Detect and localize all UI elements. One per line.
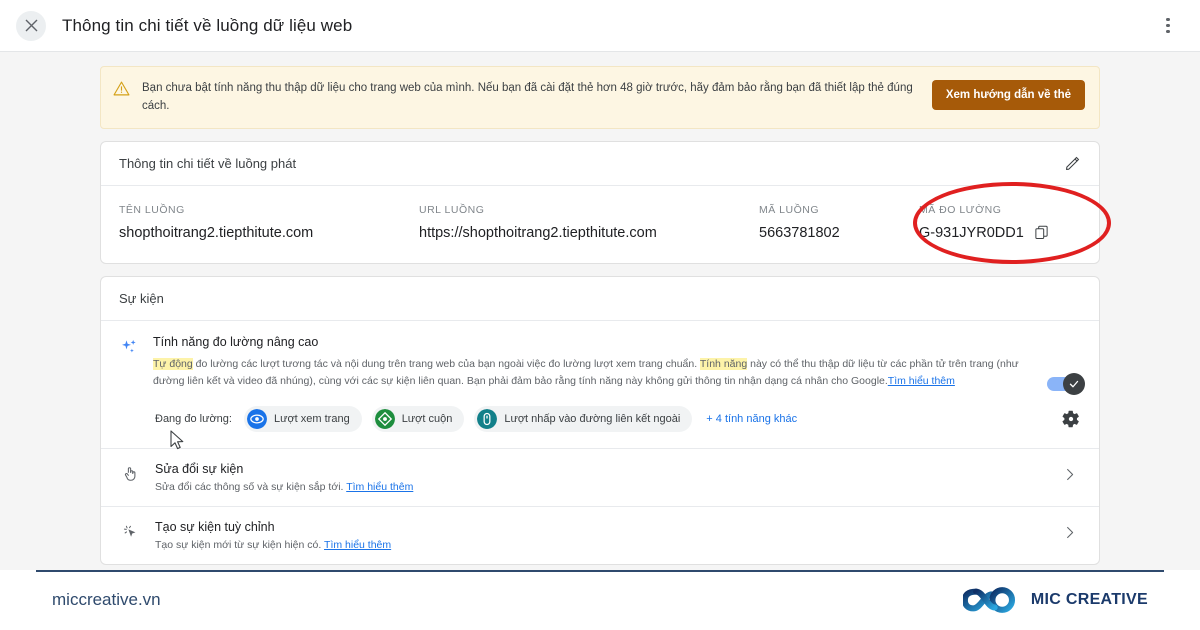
description-part-1: đo lường các lượt tương tác và nội dung …	[192, 357, 698, 370]
stream-details-header: Thông tin chi tiết về luồng phát	[101, 142, 1099, 186]
stream-name-field: TÊN LUỒNG shopthoitrang2.tiepthitute.com	[119, 204, 419, 241]
page-body: Bạn chưa bật tính năng thu thập dữ liệu …	[0, 52, 1200, 570]
more-vert-icon	[1166, 17, 1170, 21]
row-learn-more-link[interactable]: Tìm hiểu thêm	[346, 481, 413, 493]
enhanced-measurement-block: Tính năng đo lường nâng cao Tự động đo l…	[101, 321, 1099, 395]
stream-id-value: 5663781802	[759, 224, 840, 241]
pencil-icon	[1066, 156, 1080, 170]
measurement-id-value: G-931JYR0DD1	[919, 224, 1024, 241]
page-title: Thông tin chi tiết về luồng dữ liệu web	[62, 15, 353, 35]
row-desc-text: Sửa đổi các thông số và sự kiện sắp tới.	[155, 480, 344, 493]
chevron-right-icon	[1062, 525, 1077, 545]
data-collection-warning-banner: Bạn chưa bật tính năng thu thập dữ liệu …	[100, 66, 1100, 129]
cursor-sparkle-icon	[119, 523, 141, 540]
events-card: Sự kiện Tính năng đo lường nâng cao Tự đ…	[100, 275, 1100, 565]
close-icon	[25, 19, 37, 32]
sparkles-icon	[119, 337, 139, 362]
copy-icon	[1035, 225, 1048, 240]
stream-fields-row: TÊN LUỒNG shopthoitrang2.tiepthitute.com…	[101, 181, 1111, 264]
row-title: Sửa đổi sự kiện	[155, 461, 244, 476]
stream-details-title: Thông tin chi tiết về luồng phát	[119, 155, 297, 171]
stream-url-field: URL LUỒNG https://shopthoitrang2.tiepthi…	[419, 204, 759, 241]
highlighted-text-1: Tự động	[153, 357, 193, 370]
tap-hand-icon	[119, 465, 141, 482]
row-learn-more-link[interactable]: Tìm hiểu thêm	[324, 539, 391, 551]
stream-id-label: MÃ LUỒNG	[759, 203, 820, 216]
screen-root: Thông tin chi tiết về luồng dữ liệu web …	[0, 0, 1200, 630]
events-title: Sự kiện	[119, 290, 164, 306]
measuring-settings-button[interactable]	[1061, 409, 1081, 429]
outbound-link-icon	[477, 408, 498, 429]
top-bar: Thông tin chi tiết về luồng dữ liệu web	[0, 0, 1200, 52]
stream-url-label: URL LUỒNG	[419, 203, 485, 216]
more-features-link[interactable]: + 4 tính năng khác	[706, 413, 797, 425]
row-title: Tạo sự kiện tuỳ chỉnh	[155, 519, 275, 534]
chip-outbound-click[interactable]: Lượt nhấp vào đường liên kết ngoài	[474, 405, 693, 432]
measurement-id-label: MÃ ĐO LƯỜNG	[919, 203, 1002, 216]
measuring-label: Đang đo lường:	[155, 412, 232, 425]
row-description: Tạo sự kiện mới từ sự kiện hiện có. Tìm …	[155, 539, 1081, 551]
enhanced-measurement-toggle[interactable]	[1047, 372, 1085, 395]
more-options-button[interactable]	[1156, 14, 1180, 38]
modify-events-row[interactable]: Sửa đổi sự kiện Sửa đổi các thông số và …	[101, 449, 1099, 507]
enhanced-measurement-description: Tự động đo lường các lượt tương tác và n…	[153, 356, 1023, 390]
chip-label: Lượt cuộn	[401, 412, 453, 425]
view-tag-guide-button[interactable]: Xem hướng dẫn về thẻ	[931, 80, 1085, 110]
chip-label: Lượt xem trang	[273, 412, 350, 425]
warning-triangle-icon	[113, 81, 130, 96]
footer-divider	[36, 570, 1164, 572]
edit-stream-button[interactable]	[1064, 155, 1081, 172]
create-custom-event-row[interactable]: Tạo sự kiện tuỳ chỉnh Tạo sự kiện mới từ…	[101, 507, 1099, 564]
measurement-id-field: MÃ ĐO LƯỜNG G-931JYR0DD1	[919, 204, 1081, 241]
stream-url-value: https://shopthoitrang2.tiepthitute.com	[419, 224, 657, 241]
eye-icon	[246, 408, 267, 429]
chevron-right-icon	[1062, 467, 1077, 487]
stream-name-value: shopthoitrang2.tiepthitute.com	[119, 224, 314, 241]
footer-site-url: miccreative.vn	[52, 590, 161, 609]
chip-scroll[interactable]: Lượt cuộn	[371, 405, 465, 432]
footer: miccreative.vn MIC CREATIVE	[0, 570, 1200, 630]
footer-brand: MIC CREATIVE	[962, 585, 1148, 615]
row-description: Sửa đổi các thông số và sự kiện sắp tới.…	[155, 481, 1081, 493]
chip-page-view[interactable]: Lượt xem trang	[243, 405, 362, 432]
banner-message: Bạn chưa bật tính năng thu thập dữ liệu …	[142, 82, 913, 112]
check-icon	[1069, 380, 1079, 388]
enhanced-learn-more-link[interactable]: Tìm hiểu thêm	[888, 375, 955, 387]
stream-name-label: TÊN LUỒNG	[119, 203, 185, 216]
stream-id-field: MÃ LUỒNG 5663781802	[759, 204, 919, 241]
close-button[interactable]	[16, 10, 46, 41]
scroll-icon	[374, 408, 395, 429]
row-desc-text: Tạo sự kiện mới từ sự kiện hiện có.	[155, 538, 322, 551]
chip-label: Lượt nhấp vào đường liên kết ngoài	[504, 412, 681, 425]
enhanced-measurement-title: Tính năng đo lường nâng cao	[153, 334, 319, 349]
events-header: Sự kiện	[101, 277, 1099, 321]
copy-measurement-id-button[interactable]	[1034, 225, 1049, 240]
measuring-chips-row: Đang đo lường: Lượt xem trang Lượt cuộn …	[101, 390, 1099, 449]
stream-details-card: Thông tin chi tiết về luồng phát TÊN LUỒ…	[100, 140, 1111, 264]
highlighted-text-2: Tính năng	[699, 357, 748, 370]
infinity-logo-icon	[962, 587, 1015, 613]
gear-icon	[1062, 410, 1079, 427]
brand-name: MIC CREATIVE	[1030, 591, 1148, 608]
